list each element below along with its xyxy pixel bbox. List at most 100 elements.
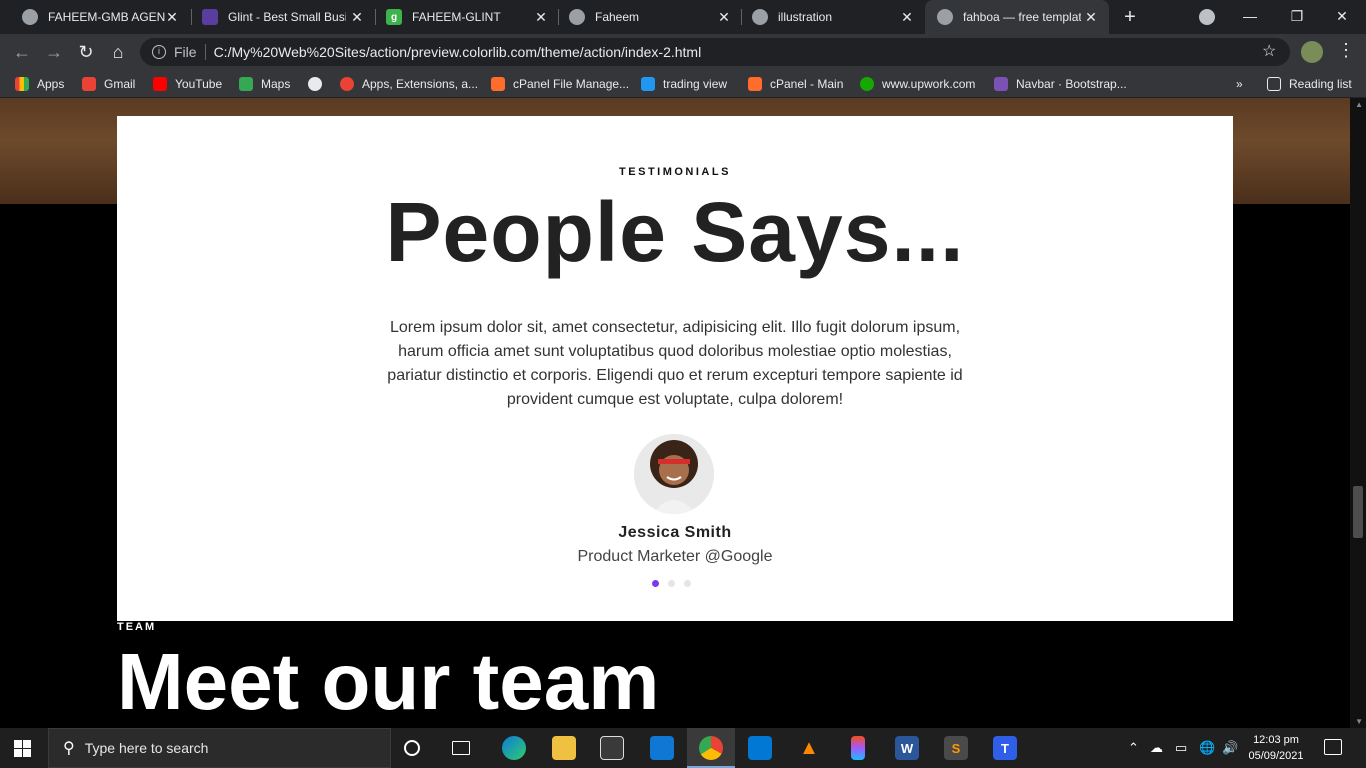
tab-search-icon[interactable] — [1199, 9, 1215, 25]
scrollbar-thumb[interactable] — [1353, 486, 1363, 538]
bookmark-navbar-bootstrap[interactable]: Navbar · Bootstrap... — [994, 75, 1127, 93]
cpanel-icon — [491, 77, 505, 91]
cpanel-icon — [748, 77, 762, 91]
scroll-down-icon[interactable]: ▼ — [1355, 717, 1363, 726]
reading-list-icon — [1267, 77, 1281, 91]
back-icon[interactable]: ← — [10, 40, 34, 64]
clock-time: 12:03 pm — [1253, 734, 1299, 746]
bookmark-cpanel-main[interactable]: cPanel - Main — [748, 75, 843, 93]
g-logo-icon: g — [386, 9, 402, 25]
testimonials-subheading: TESTIMONIALS — [619, 166, 731, 178]
carousel-dots — [652, 580, 691, 587]
tab-faheem-glint[interactable]: g FAHEEM-GLINT ✕ — [364, 0, 559, 34]
apps-grid-icon — [15, 77, 29, 91]
network-icon[interactable]: 🌐 — [1199, 740, 1215, 756]
minimize-icon[interactable]: — — [1236, 4, 1264, 28]
globe-icon — [308, 77, 322, 91]
person-portrait-icon — [634, 434, 714, 514]
upwork-icon — [860, 77, 874, 91]
globe-icon — [752, 9, 768, 25]
figma-icon[interactable] — [851, 736, 865, 760]
testimonial-quote: Lorem ipsum dolor sit, amet consectetur,… — [387, 319, 963, 408]
volume-icon[interactable]: 🔊 — [1222, 740, 1238, 756]
address-bar[interactable]: i File C:/My%20Web%20Sites/action/previe… — [140, 38, 1290, 66]
windows-start-icon[interactable] — [14, 740, 31, 757]
divider — [204, 44, 206, 60]
scroll-up-icon[interactable]: ▲ — [1355, 100, 1363, 109]
bookmark-upwork[interactable]: www.upwork.com — [860, 75, 975, 93]
sublime-icon[interactable]: S — [944, 736, 968, 760]
mail-icon[interactable] — [650, 736, 674, 760]
bookmark-cpanel-file-manager[interactable]: cPanel File Manage... — [491, 75, 629, 93]
close-icon[interactable]: ✕ — [349, 9, 365, 25]
bookmark-star-icon[interactable]: ☆ — [1262, 41, 1276, 61]
team-heading: Meet our team — [117, 637, 660, 726]
tab-faheem-gmb[interactable]: FAHEEM-GMB AGENC ✕ — [0, 0, 190, 34]
vscode-icon[interactable] — [748, 736, 772, 760]
onedrive-icon[interactable]: ☁ — [1150, 740, 1163, 756]
window-close-icon[interactable]: ✕ — [1328, 4, 1356, 28]
tab-illustration[interactable]: illustration ✕ — [730, 0, 925, 34]
browser-toolbar: ← → ↻ ⌂ i File C:/My%20Web%20Sites/actio… — [0, 34, 1366, 70]
bookmark-apps[interactable]: Apps — [15, 75, 64, 93]
page-viewport: TESTIMONIALS People Says... Lorem ipsum … — [0, 98, 1366, 728]
browser-tab-strip: FAHEEM-GMB AGENC ✕ Glint - Best Small Bu… — [0, 0, 1366, 34]
close-icon[interactable]: ✕ — [899, 9, 915, 25]
tab-fahboa-active[interactable]: fahboa — free templat ✕ — [925, 0, 1109, 34]
more-bookmarks-button[interactable]: » — [1236, 75, 1243, 93]
testimonial-avatar — [634, 434, 714, 514]
page-scrollbar[interactable]: ▲ ▼ — [1350, 98, 1366, 728]
carousel-dot[interactable] — [668, 580, 675, 587]
globe-icon — [569, 9, 585, 25]
chevron-up-icon[interactable]: ⌃ — [1128, 740, 1139, 756]
menu-kebab-icon[interactable]: ⋮ — [1337, 40, 1355, 61]
file-scheme-label: File — [174, 44, 197, 60]
close-icon[interactable]: ✕ — [1083, 9, 1099, 25]
tradingview-icon — [641, 77, 655, 91]
bookmark-youtube[interactable]: YouTube — [153, 75, 222, 93]
tab-glint[interactable]: Glint - Best Small Busi ✕ — [180, 0, 375, 34]
bookmark-apps-extensions[interactable]: Apps, Extensions, a... — [340, 75, 478, 93]
cortana-icon[interactable] — [404, 740, 420, 756]
team-subheading: TEAM — [117, 621, 157, 633]
bookmark-maps[interactable]: Maps — [239, 75, 290, 93]
taskbar-clock[interactable]: 12:03 pm 05/09/2021 — [1248, 732, 1304, 764]
clock-date: 05/09/2021 — [1248, 750, 1304, 762]
globe-icon — [937, 9, 953, 25]
vlc-icon[interactable]: ▲ — [797, 736, 821, 760]
edge-icon[interactable] — [502, 736, 526, 760]
bootstrap-icon — [994, 77, 1008, 91]
carousel-dot[interactable] — [684, 580, 691, 587]
store-icon[interactable] — [600, 736, 624, 760]
url-text[interactable]: C:/My%20Web%20Sites/action/preview.color… — [214, 44, 702, 60]
reading-list-button[interactable]: Reading list — [1267, 75, 1352, 93]
windows-taskbar: ⚲ Type here to search ▲ W S T ⌃ ☁ ▭ 🌐 🔊 … — [0, 728, 1366, 768]
forward-icon[interactable]: → — [42, 40, 66, 64]
reload-icon[interactable]: ↻ — [74, 40, 98, 64]
chrome-icon[interactable] — [699, 736, 723, 760]
testimonial-person-name: Jessica Smith — [618, 524, 732, 541]
file-explorer-icon[interactable] — [552, 736, 576, 760]
task-view-icon[interactable] — [452, 741, 470, 755]
testimonial-card: TESTIMONIALS People Says... Lorem ipsum … — [117, 116, 1233, 621]
tab-faheem[interactable]: Faheem ✕ — [547, 0, 742, 34]
testimonials-heading: People Says... — [385, 185, 965, 279]
restore-icon[interactable]: ❐ — [1283, 4, 1311, 28]
youtube-icon — [153, 77, 167, 91]
home-icon[interactable]: ⌂ — [106, 40, 130, 64]
new-tab-button[interactable]: + — [1120, 7, 1140, 27]
info-icon[interactable]: i — [152, 45, 166, 59]
battery-icon[interactable]: ▭ — [1175, 740, 1187, 756]
notification-center-icon[interactable] — [1324, 739, 1342, 755]
carousel-dot[interactable] — [652, 580, 659, 587]
typora-icon[interactable]: T — [993, 736, 1017, 760]
bookmark-globe[interactable] — [308, 75, 330, 93]
word-icon[interactable]: W — [895, 736, 919, 760]
profile-avatar[interactable] — [1301, 41, 1323, 63]
close-icon[interactable]: ✕ — [164, 9, 180, 25]
globe-icon — [22, 9, 38, 25]
colorlib-icon — [202, 9, 218, 25]
bookmark-gmail[interactable]: Gmail — [82, 75, 135, 93]
bookmark-trading-view[interactable]: trading view — [641, 75, 727, 93]
taskbar-search-box[interactable]: ⚲ Type here to search — [48, 728, 391, 768]
